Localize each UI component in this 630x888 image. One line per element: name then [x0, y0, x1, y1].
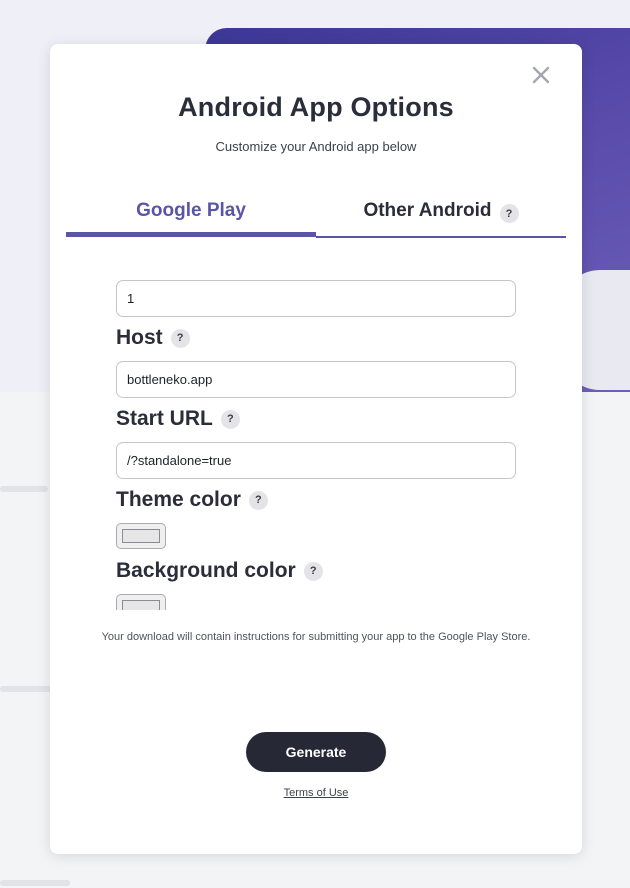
tab-divider-line [316, 236, 566, 238]
theme-color-label: Theme color ? [116, 488, 268, 512]
host-label: Host ? [116, 326, 190, 350]
modal-subtitle: Customize your Android app below [215, 139, 417, 154]
host-help-icon[interactable]: ? [170, 328, 190, 348]
theme-color-picker[interactable] [116, 523, 166, 549]
terms-of-use-link[interactable]: Terms of Use [50, 787, 582, 799]
theme-color-label-text: Theme color [116, 488, 241, 511]
background-color-label-text: Background color [116, 559, 296, 582]
start-url-help-icon[interactable]: ? [220, 409, 240, 429]
close-button[interactable] [530, 64, 552, 86]
android-options-modal: Android App Options Customize your Andro… [50, 44, 582, 854]
host-label-text: Host [116, 326, 163, 349]
theme-color-help-icon[interactable]: ? [248, 490, 268, 510]
modal-title: Android App Options [178, 92, 454, 122]
first-field-input[interactable] [116, 280, 516, 317]
options-form[interactable]: Host ? Start URL ? Theme color ? Backgro… [116, 280, 516, 610]
background-color-label: Background color ? [116, 559, 323, 583]
start-url-label-text: Start URL [116, 407, 213, 430]
download-note: Your download will contain instructions … [101, 631, 531, 643]
other-android-help-icon[interactable]: ? [499, 204, 519, 223]
tab-other-android-label: Other Android [363, 200, 492, 221]
backdrop-text-line [0, 686, 52, 692]
tab-google-play-label: Google Play [136, 200, 246, 221]
theme-color-swatch [122, 529, 160, 543]
close-icon [532, 66, 550, 84]
background-color-help-icon[interactable]: ? [303, 561, 323, 581]
backdrop-text-line [0, 880, 70, 886]
host-input[interactable] [116, 361, 516, 398]
start-url-input[interactable] [116, 442, 516, 479]
background-color-picker[interactable] [116, 594, 166, 610]
start-url-label: Start URL ? [116, 407, 240, 431]
tab-other-android[interactable]: Other Android ? [316, 196, 566, 238]
background-color-swatch [122, 600, 160, 610]
active-tab-indicator [66, 232, 316, 237]
generate-button[interactable]: Generate [246, 732, 386, 772]
backdrop-text-line [0, 486, 48, 492]
